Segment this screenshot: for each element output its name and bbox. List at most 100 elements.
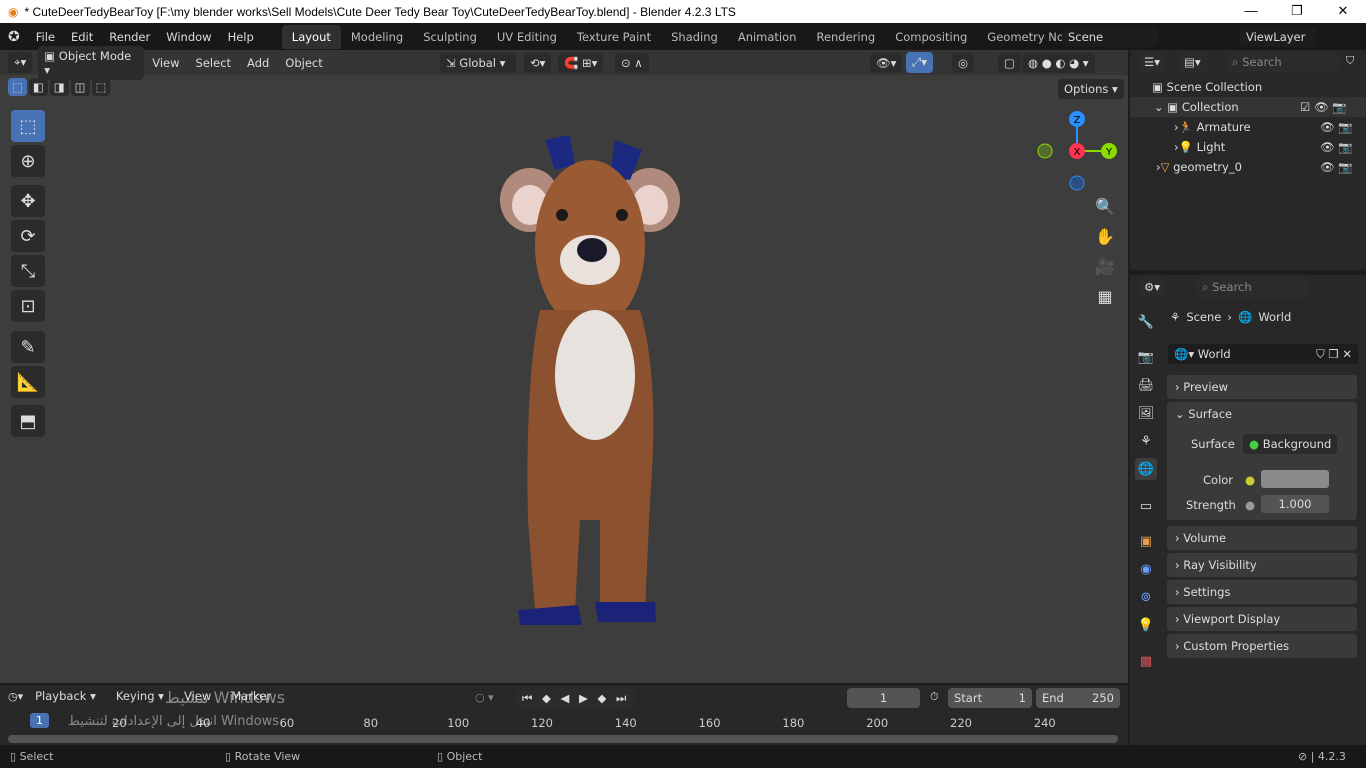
proportional-edit-icon[interactable]: ⊙ ∧ <box>615 52 649 73</box>
menu-file[interactable]: File <box>28 30 63 44</box>
scene-selector[interactable]: Scene <box>1062 26 1158 47</box>
data-tab-icon[interactable]: 💡 <box>1135 614 1157 636</box>
minimize-button[interactable]: — <box>1228 0 1274 23</box>
menu-view[interactable]: View <box>144 56 187 70</box>
tab-shading[interactable]: Shading <box>661 25 728 49</box>
mode-dropdown[interactable]: ▣ Object Mode ▾ <box>38 45 145 80</box>
ortho-grid-icon[interactable]: ▦ <box>1092 283 1118 309</box>
panel-settings[interactable]: › Settings <box>1167 580 1357 604</box>
menu-playback[interactable]: Playback ▾ <box>27 689 104 703</box>
outliner-search-input[interactable]: ⌕ Search <box>1226 52 1340 73</box>
maximize-button[interactable]: ❐ <box>1274 0 1320 23</box>
move-tool-icon[interactable]: ✥ <box>11 185 45 217</box>
menu-add[interactable]: Add <box>239 56 277 70</box>
checkbox-icon[interactable]: ☑ 👁 📷 <box>1300 100 1347 114</box>
playback-controls[interactable]: ⏮ ◆ ◀ ▶ ◆ ⏭ <box>516 688 636 709</box>
menu-keying[interactable]: Keying ▾ <box>108 689 172 703</box>
gizmo-neg-z-axis[interactable] <box>1069 175 1085 191</box>
xray-icon[interactable]: ▢ <box>998 52 1021 73</box>
camera-view-icon[interactable]: 🎥 <box>1092 253 1118 279</box>
properties-search-input[interactable]: ⌕ Search <box>1196 277 1310 298</box>
shading-modes[interactable]: ◍ ● ◐ ◕ ▾ <box>1022 52 1095 73</box>
panel-volume[interactable]: › Volume <box>1167 526 1357 550</box>
timeline-scrollbar[interactable] <box>8 735 1118 743</box>
timeline-editor-icon[interactable]: ◷▾ <box>8 690 23 703</box>
texture-tab-icon[interactable]: ▩ <box>1135 650 1157 672</box>
stopwatch-icon[interactable]: ⏱ <box>930 690 939 704</box>
current-frame-field[interactable]: 1 <box>847 688 920 708</box>
tab-animation[interactable]: Animation <box>728 25 807 49</box>
physics-tab-icon[interactable]: ⊚ <box>1135 586 1157 608</box>
tab-compositing[interactable]: Compositing <box>885 25 977 49</box>
visibility-icon[interactable]: 👁▾ <box>870 52 903 73</box>
select-new-icon[interactable]: ⬚ <box>8 78 27 96</box>
outliner-item-scene-collection[interactable]: ▣ Scene Collection <box>1130 77 1366 97</box>
render-tab-icon[interactable]: 📷 <box>1135 346 1157 368</box>
3d-viewport[interactable] <box>0 50 1128 683</box>
filter-icon[interactable]: ⛉ <box>1346 54 1354 68</box>
eye-icon[interactable]: 👁 📷 <box>1320 120 1353 134</box>
select-extend-icon[interactable]: ◧ <box>28 78 48 96</box>
display-mode-icon[interactable]: ▤▾ <box>1178 52 1207 72</box>
rotate-tool-icon[interactable]: ⟳ <box>11 220 45 252</box>
snap-icon[interactable]: 🧲 ⊞▾ <box>558 52 604 73</box>
properties-editor-icon[interactable]: ⚙▾ <box>1138 277 1167 297</box>
gizmo-toggle-icon[interactable]: ⤢▾ <box>906 52 933 73</box>
transform-tool-icon[interactable]: ⊡ <box>11 290 45 322</box>
tab-uv-editing[interactable]: UV Editing <box>487 25 567 49</box>
menu-help[interactable]: Help <box>220 30 262 44</box>
outliner-editor-icon[interactable]: ☰▾ <box>1138 52 1167 72</box>
end-frame-field[interactable]: End 250 <box>1036 688 1120 708</box>
world-tab-icon[interactable]: 🌐 <box>1135 458 1157 480</box>
strength-field[interactable]: 1.000 <box>1261 495 1329 513</box>
scene-tab-icon[interactable]: ⚘ <box>1135 430 1157 452</box>
select-subtract-icon[interactable]: ◨ <box>49 78 69 96</box>
pan-hand-icon[interactable]: ✋ <box>1092 223 1118 249</box>
tab-texture-paint[interactable]: Texture Paint <box>567 25 661 49</box>
add-cube-tool-icon[interactable]: ⬒ <box>11 405 45 437</box>
output-tab-icon[interactable]: 🖨 <box>1135 374 1157 396</box>
navigation-gizmo[interactable]: Z Y X <box>1030 105 1120 195</box>
measure-tool-icon[interactable]: 📐 <box>11 366 45 398</box>
auto-keying-icon[interactable]: ○ ▾ <box>475 691 494 704</box>
panel-surface[interactable]: ⌄ Surface Surface ● Background Color ● S… <box>1167 402 1357 520</box>
surface-shader-button[interactable]: ● Background <box>1243 434 1338 454</box>
view-layer-tab-icon[interactable]: 🖼 <box>1135 402 1157 424</box>
menu-edit[interactable]: Edit <box>63 30 101 44</box>
select-box-tool-icon[interactable]: ⬚ <box>11 110 45 142</box>
menu-render[interactable]: Render <box>101 30 158 44</box>
cursor-tool-icon[interactable]: ⊕ <box>11 145 45 177</box>
panel-ray-visibility[interactable]: › Ray Visibility <box>1167 553 1357 577</box>
object-tab-icon[interactable]: ▣ <box>1135 530 1157 552</box>
tab-layout[interactable]: Layout <box>281 24 341 49</box>
overlay-icon[interactable]: ◎ <box>952 52 975 73</box>
color-swatch[interactable] <box>1261 470 1329 488</box>
scale-tool-icon[interactable]: ⤡ <box>11 255 45 287</box>
outliner-item-collection[interactable]: ⌄ ▣ Collection ☑ 👁 📷 <box>1130 97 1366 117</box>
start-frame-field[interactable]: Start 1 <box>948 688 1032 708</box>
outliner-item-armature[interactable]: › 🏃 Armature 👁 📷 <box>1130 117 1366 137</box>
tab-rendering[interactable]: Rendering <box>806 25 885 49</box>
select-invert-icon[interactable]: ◫ <box>70 78 90 96</box>
panel-preview[interactable]: › Preview <box>1167 375 1357 399</box>
panel-viewport-display[interactable]: › Viewport Display <box>1167 607 1357 631</box>
tab-sculpting[interactable]: Sculpting <box>413 25 487 49</box>
editor-type-button[interactable]: ⌖▾ <box>8 52 33 73</box>
modifier-tab-icon[interactable]: ◉ <box>1135 558 1157 580</box>
zoom-icon[interactable]: 🔍 <box>1092 193 1118 219</box>
annotate-tool-icon[interactable]: ✎ <box>11 331 45 363</box>
eye-icon[interactable]: 👁 📷 <box>1320 160 1353 174</box>
pivot-icon[interactable]: ⟲▾ <box>524 52 552 73</box>
playhead[interactable]: 1 <box>30 713 49 728</box>
menu-window[interactable]: Window <box>158 30 219 44</box>
menu-object[interactable]: Object <box>277 56 330 70</box>
close-button[interactable]: ✕ <box>1320 0 1366 23</box>
tab-modeling[interactable]: Modeling <box>341 25 413 49</box>
eye-icon[interactable]: 👁 📷 <box>1320 140 1353 154</box>
orientation-dropdown[interactable]: ⇲ Global ▾ <box>440 52 516 73</box>
outliner-item-geometry[interactable]: › ▽ geometry_0 👁 📷 <box>1130 157 1366 177</box>
tool-tab-icon[interactable]: 🔧 <box>1135 311 1157 333</box>
outliner-item-light[interactable]: › 💡 Light 👁 📷 <box>1130 137 1366 157</box>
gizmo-neg-y-axis[interactable] <box>1037 143 1053 159</box>
collection-tab-icon[interactable]: ▭ <box>1135 495 1157 517</box>
